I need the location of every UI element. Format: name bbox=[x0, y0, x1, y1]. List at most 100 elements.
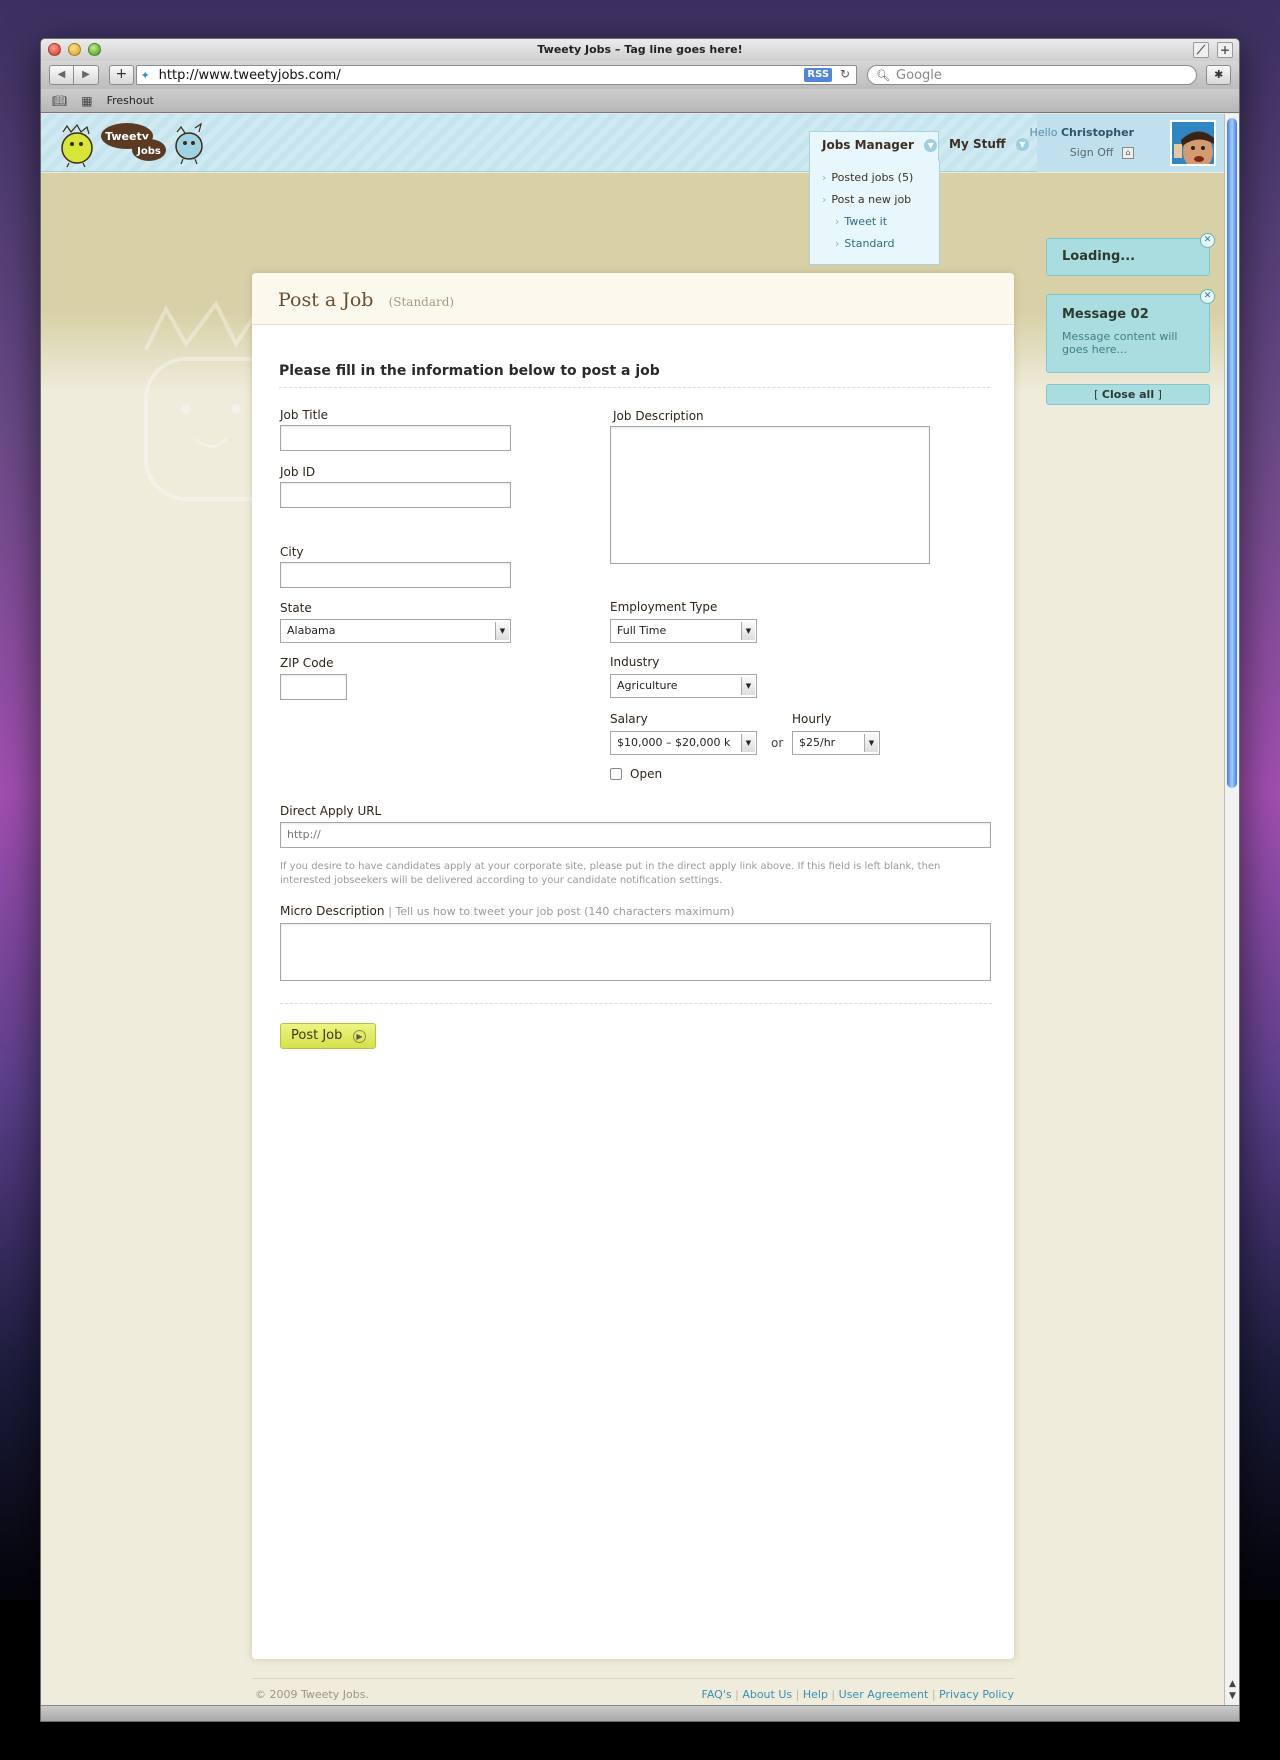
close-window-icon[interactable] bbox=[48, 43, 61, 56]
loading-notification: Loading... ✕ bbox=[1046, 233, 1215, 276]
sign-off-link[interactable]: Sign Off ⌂ bbox=[1070, 146, 1134, 159]
bookmarks-book-icon[interactable]: 📖︎ bbox=[52, 94, 67, 108]
industry-value: Agriculture bbox=[617, 679, 678, 692]
lock-icon: ⌂ bbox=[1122, 147, 1134, 159]
rss-badge[interactable]: RSS bbox=[804, 68, 833, 82]
micro-description-hint: | Tell us how to tweet your job post (14… bbox=[388, 905, 735, 918]
state-label: State bbox=[280, 601, 312, 615]
new-tab-icon[interactable]: + bbox=[1217, 42, 1233, 58]
avatar-face-icon bbox=[1172, 122, 1214, 164]
address-bar[interactable]: ✦ http://www.tweetyjobs.com/ RSS ↻ bbox=[135, 65, 858, 85]
browser-window: Tweety Jobs – Tag line goes here! ⟋ + ◀ … bbox=[40, 38, 1240, 1722]
chevron-down-icon: ▼ bbox=[741, 734, 755, 752]
employment-type-label: Employment Type bbox=[610, 600, 718, 614]
footer-separator: | bbox=[931, 1688, 936, 1701]
post-job-panel: Post a Job (Standard) Please fill in the… bbox=[252, 273, 1014, 1659]
window-controls bbox=[48, 43, 101, 56]
copyright: © 2009 Tweety Jobs. bbox=[255, 1688, 369, 1701]
scrollbar-thumb[interactable] bbox=[1227, 118, 1237, 788]
menu-item-posted-jobs[interactable]: Posted jobs (5) bbox=[810, 167, 939, 189]
nav-my-stuff[interactable]: My Stuff ▼ bbox=[949, 137, 1029, 151]
scroll-arrows[interactable]: ▲ ▼ bbox=[1225, 1678, 1239, 1702]
post-job-label: Post Job bbox=[291, 1028, 343, 1043]
nav-jobs-manager[interactable]: Jobs Manager ▼ bbox=[809, 131, 939, 161]
salary-value: $10,000 – $20,000 k bbox=[617, 736, 731, 749]
add-bookmark-icon[interactable]: + bbox=[109, 65, 134, 85]
history-buttons: ◀ ▶ bbox=[49, 65, 99, 85]
bookmarks-bar: 📖︎ ▦ Freshout bbox=[41, 89, 1239, 113]
message-notification: Message 02 Message content will goes her… bbox=[1046, 289, 1215, 373]
top-sites-grid-icon[interactable]: ▦ bbox=[81, 94, 92, 108]
panel-header: Post a Job (Standard) bbox=[252, 273, 1014, 325]
close-all-label: Close all bbox=[1101, 388, 1155, 401]
hourly-label: Hourly bbox=[792, 712, 832, 726]
employment-type-select[interactable]: Full Time ▼ bbox=[610, 619, 757, 643]
menu-item-tweet-it[interactable]: Tweet it bbox=[810, 211, 939, 233]
reload-icon[interactable]: ↻ bbox=[840, 67, 850, 81]
site-header: Tweety Jobs Jobs Manager ▼ My Stuff ▼ He… bbox=[41, 114, 1226, 172]
back-icon[interactable]: ◀ bbox=[49, 65, 74, 85]
footer-links: FAQ's | About Us | Help | User Agreement… bbox=[702, 1688, 1014, 1701]
footer-link-faq[interactable]: FAQ's bbox=[702, 1688, 732, 1701]
page-title: Post a Job bbox=[278, 289, 374, 311]
chevron-down-icon: ▼ bbox=[924, 139, 938, 152]
search-field[interactable]: 🔍︎ Google bbox=[867, 65, 1198, 85]
user-name[interactable]: Christopher bbox=[1061, 126, 1134, 139]
chevron-down-icon: ▼ bbox=[741, 622, 755, 640]
vertical-scrollbar[interactable]: ▲ ▼ bbox=[1224, 114, 1239, 1706]
job-title-label: Job Title bbox=[280, 408, 329, 422]
greeting-prefix: Hello bbox=[1029, 126, 1058, 139]
employment-type-value: Full Time bbox=[617, 624, 667, 637]
salary-select[interactable]: $10,000 – $20,000 k ▼ bbox=[610, 731, 757, 755]
chevron-down-icon: ▼ bbox=[495, 622, 509, 640]
bookmark-freshout[interactable]: Freshout bbox=[107, 94, 154, 107]
menu-item-post-new-job[interactable]: Post a new job bbox=[810, 189, 939, 211]
avatar[interactable] bbox=[1170, 120, 1216, 166]
close-icon[interactable]: ✕ bbox=[1200, 233, 1215, 248]
or-label: or bbox=[771, 736, 784, 750]
state-value: Alabama bbox=[287, 624, 336, 637]
direct-apply-hint: If you desire to have candidates apply a… bbox=[280, 861, 941, 886]
footer-link-help[interactable]: Help bbox=[803, 1688, 828, 1701]
job-description-label: Job Description bbox=[613, 409, 704, 423]
zip-input[interactable] bbox=[280, 674, 347, 700]
page-viewport: Tweety Jobs Jobs Manager ▼ My Stuff ▼ He… bbox=[41, 114, 1226, 1706]
bug-report-icon[interactable]: ✱ bbox=[1206, 65, 1232, 85]
direct-apply-value: http:// bbox=[287, 828, 321, 841]
page-subtitle: (Standard) bbox=[388, 295, 455, 309]
svg-text:Jobs: Jobs bbox=[136, 146, 161, 157]
forward-icon[interactable]: ▶ bbox=[74, 65, 99, 85]
micro-description-textarea[interactable] bbox=[280, 923, 991, 981]
footer-separator: | bbox=[795, 1688, 800, 1701]
search-icon: 🔍︎ bbox=[876, 68, 891, 82]
search-placeholder: Google bbox=[896, 67, 942, 83]
title-bar: Tweety Jobs – Tag line goes here! ⟋ + bbox=[41, 39, 1239, 61]
zoom-window-icon[interactable] bbox=[88, 43, 101, 56]
footer-divider bbox=[252, 1678, 1014, 1679]
close-icon[interactable]: ✕ bbox=[1200, 289, 1215, 304]
close-all-button[interactable]: [ Close all ] bbox=[1046, 384, 1210, 405]
tweety-jobs-logo[interactable]: Tweety Jobs bbox=[49, 118, 219, 168]
resize-icon[interactable]: ⟋ bbox=[1193, 42, 1209, 58]
minimize-window-icon[interactable] bbox=[68, 43, 81, 56]
industry-select[interactable]: Agriculture ▼ bbox=[610, 674, 757, 698]
menu-item-standard[interactable]: Standard bbox=[810, 233, 939, 255]
chevron-down-icon: ▼ bbox=[741, 677, 755, 695]
footer-link-privacy[interactable]: Privacy Policy bbox=[939, 1688, 1014, 1701]
hourly-select[interactable]: $25/hr ▼ bbox=[792, 731, 880, 755]
state-select[interactable]: Alabama ▼ bbox=[280, 619, 511, 643]
hourly-value: $25/hr bbox=[799, 736, 836, 749]
post-job-button[interactable]: Post Job ▶ bbox=[280, 1023, 376, 1049]
city-input[interactable] bbox=[280, 562, 511, 588]
footer-link-user-agreement[interactable]: User Agreement bbox=[839, 1688, 929, 1701]
job-description-textarea[interactable] bbox=[610, 426, 930, 564]
direct-apply-input[interactable]: http:// bbox=[280, 822, 991, 848]
section-divider bbox=[279, 387, 990, 388]
nav-my-stuff-label: My Stuff bbox=[949, 137, 1006, 151]
job-id-input[interactable] bbox=[280, 482, 511, 508]
open-checkbox[interactable] bbox=[610, 768, 622, 780]
job-title-input[interactable] bbox=[280, 425, 511, 451]
salary-label: Salary bbox=[610, 712, 648, 726]
footer-link-about[interactable]: About Us bbox=[742, 1688, 792, 1701]
chevron-down-icon: ▼ bbox=[864, 734, 878, 752]
